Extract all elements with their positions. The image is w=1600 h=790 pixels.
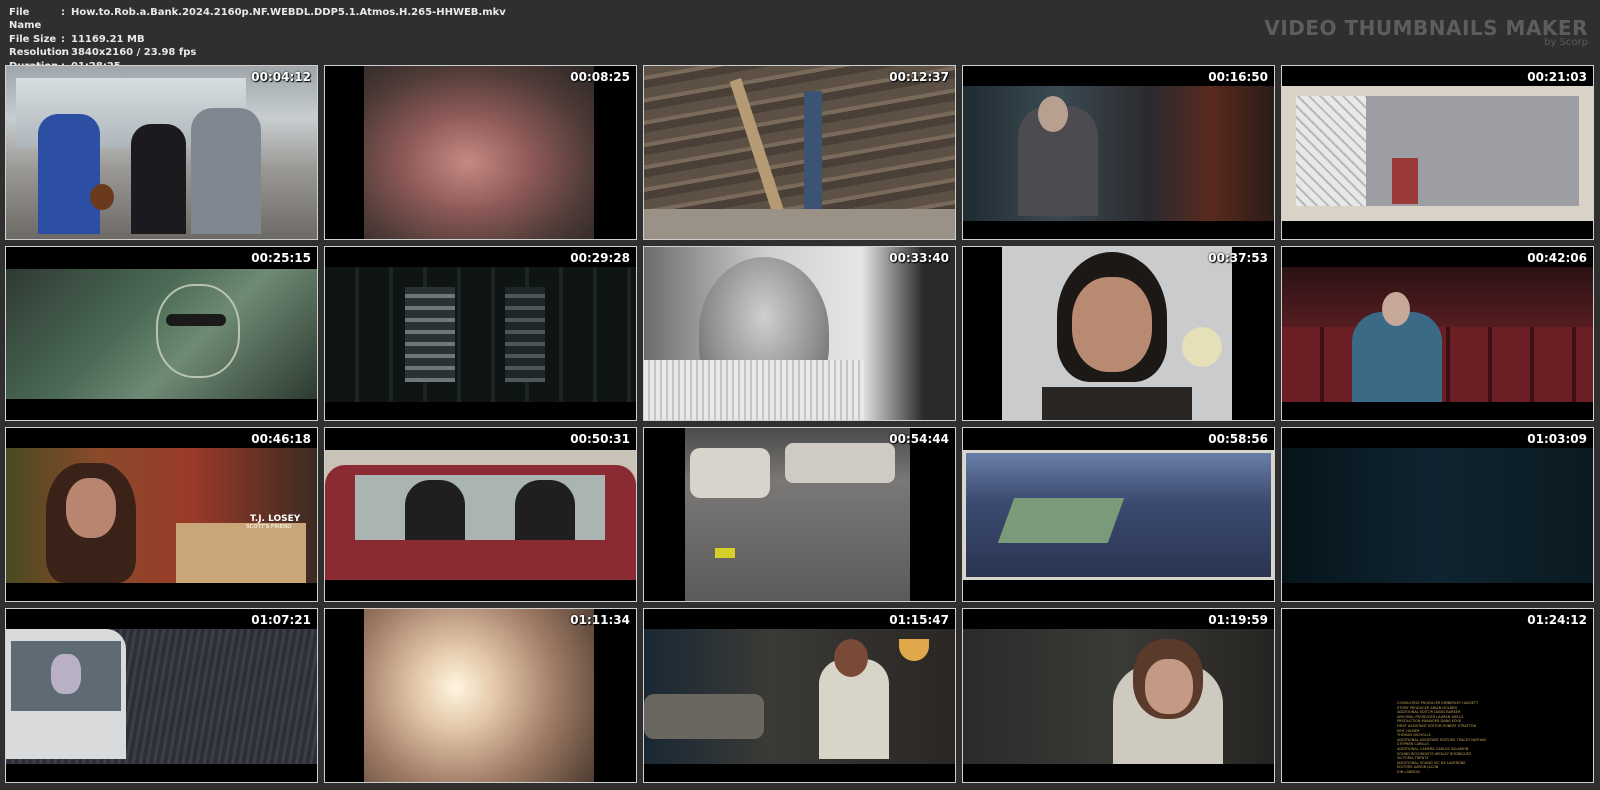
thumbnail[interactable]: 00:25:15 [5,246,318,421]
thumbnail-image [644,247,955,420]
resolution-label: Resolution [9,47,70,59]
thumbnail[interactable]: 00:16:50 [962,65,1275,240]
thumbnail-image [1282,267,1593,402]
caption-role: SCOTT'S FRIEND [246,524,292,530]
thumbnail[interactable]: 00:58:56 [962,427,1275,602]
thumbnail-image [1002,247,1232,420]
file-size-row: File Size:11169.21 MB [9,33,145,45]
resolution-value: 3840x2160 / 23.98 fps [71,47,197,59]
thumbnail[interactable]: 01:07:21 [5,608,318,783]
file-size-value: 11169.21 MB [71,33,145,45]
timestamp: 01:19:59 [1208,613,1268,627]
thumbnail-image [325,450,636,580]
timestamp: 01:03:09 [1527,432,1587,446]
thumbnail[interactable]: 00:08:25 [324,65,637,240]
timestamp: 00:37:53 [1208,251,1268,265]
thumbnail-image [325,267,636,402]
timestamp: 00:33:40 [889,251,949,265]
timestamp: 00:16:50 [1208,70,1268,84]
resolution-row: Resolution:3840x2160 / 23.98 fps [9,47,197,59]
timestamp: 00:50:31 [570,432,630,446]
thumbnail-image [1282,86,1593,221]
timestamp: 00:25:15 [251,251,311,265]
timestamp: 00:08:25 [570,70,630,84]
thumbnail[interactable]: 01:11:34 [324,608,637,783]
end-credits: CONSULTING PRODUCER KIMBERLEY HASSETT ST… [1397,701,1486,774]
thumbnail-image [364,609,594,782]
thumbnail-image [644,629,955,764]
brand-logo: VIDEO THUMBNAILS MAKER by Scorp [1264,17,1588,48]
thumbnail-image [963,450,1274,580]
thumbnail-image [685,428,910,601]
thumbnail-image [644,66,955,239]
timestamp: 00:29:28 [570,251,630,265]
thumbnail[interactable]: 00:12:37 [643,65,956,240]
thumbnail[interactable]: 01:19:59 [962,608,1275,783]
thumbnail-image [963,86,1274,221]
file-name-label: File Name [9,7,42,32]
thumbnail-image [1282,448,1593,583]
timestamp: 01:07:21 [251,613,311,627]
file-size-label: File Size [9,33,57,45]
thumbnail-image: CONSULTING PRODUCER KIMBERLEY HASSETT ST… [1282,609,1593,782]
thumbnail-image [6,269,317,399]
thumbnail[interactable]: 01:03:09 [1281,427,1594,602]
timestamp: 01:11:34 [570,613,630,627]
timestamp: 00:46:18 [251,432,311,446]
thumbnail[interactable]: T.J. LOSEY SCOTT'S FRIEND 00:46:18 [5,427,318,602]
thumbnail-image [963,629,1274,764]
thumbnail[interactable]: 00:37:53 [962,246,1275,421]
timestamp: 00:21:03 [1527,70,1587,84]
thumbnail-image [6,66,317,239]
thumbnail[interactable]: 00:04:12 [5,65,318,240]
timestamp: 00:58:56 [1208,432,1268,446]
thumbnail[interactable]: 00:54:44 [643,427,956,602]
file-info: File Name: How.to.Rob.a.Bank.2024.2160p.N… [9,6,506,73]
thumbnail-image [364,66,594,239]
thumbnail[interactable]: 00:42:06 [1281,246,1594,421]
timestamp: 00:12:37 [889,70,949,84]
thumbnail[interactable]: 00:50:31 [324,427,637,602]
timestamp: 01:15:47 [889,613,949,627]
timestamp: 00:54:44 [889,432,949,446]
timestamp: 00:04:12 [251,70,311,84]
caption-name: T.J. LOSEY [250,514,301,524]
timestamp: 00:42:06 [1527,251,1587,265]
timestamp: 01:24:12 [1527,613,1587,627]
thumbnail[interactable]: 01:15:47 [643,608,956,783]
thumbnail-grid: 00:04:12 00:08:25 00:12:37 00:16:50 00:2… [5,65,1597,787]
brand-title: VIDEO THUMBNAILS MAKER [1264,16,1588,40]
thumbnail-image [6,629,317,764]
file-name-value: How.to.Rob.a.Bank.2024.2160p.NF.WEBDL.DD… [71,7,506,18]
thumbnail[interactable]: 00:29:28 [324,246,637,421]
thumbnail[interactable]: 00:33:40 [643,246,956,421]
file-name-row: File Name: How.to.Rob.a.Bank.2024.2160p.N… [9,7,506,32]
thumbnail[interactable]: 00:21:03 [1281,65,1594,240]
thumbnail[interactable]: CONSULTING PRODUCER KIMBERLEY HASSETT ST… [1281,608,1594,783]
